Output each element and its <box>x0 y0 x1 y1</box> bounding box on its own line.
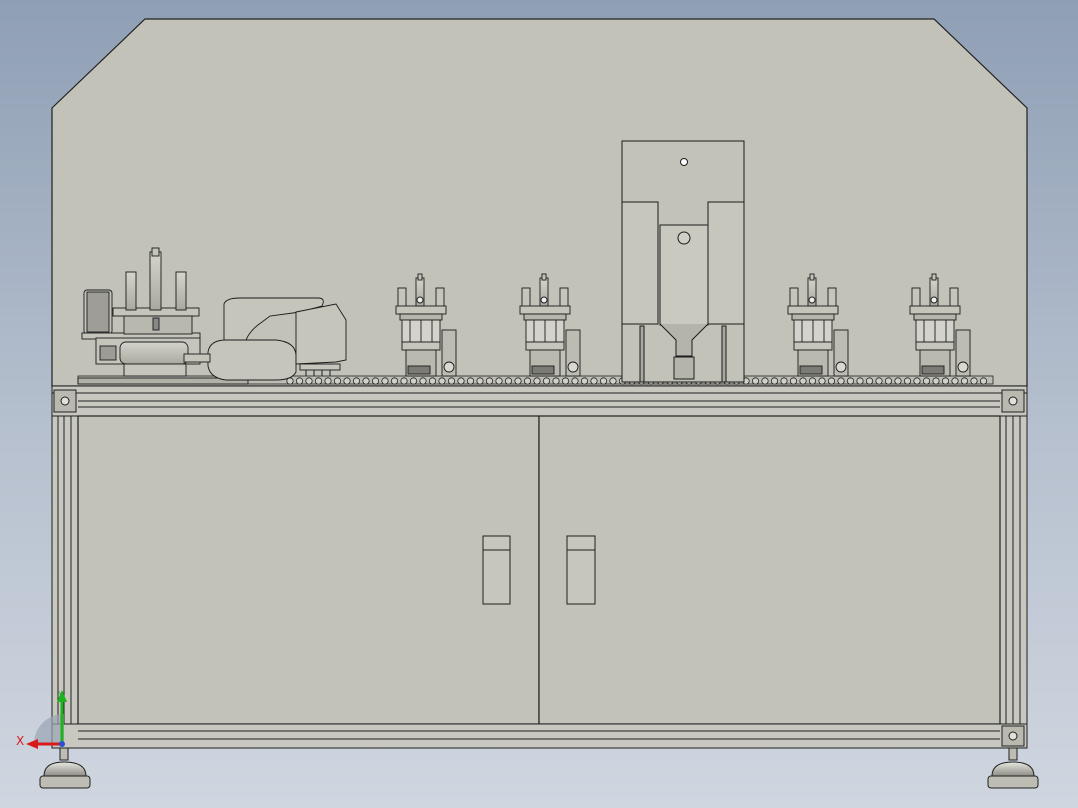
chain-link <box>894 377 902 385</box>
chain-link <box>609 377 617 385</box>
y-axis-label: Y <box>57 690 63 699</box>
chain-link <box>903 377 912 385</box>
chain-link <box>295 377 304 385</box>
chain-link <box>438 377 446 385</box>
coordinate-triad: X Y <box>16 690 67 749</box>
chain-link <box>457 377 465 385</box>
chain-link <box>960 377 969 385</box>
chain-link <box>789 377 798 385</box>
chain-link <box>305 377 313 385</box>
chain-link <box>495 377 503 385</box>
cad-viewport[interactable]: X Y <box>0 0 1078 808</box>
x-arrow-head <box>26 739 38 749</box>
chain-link <box>447 377 456 385</box>
chain-link <box>818 377 826 385</box>
press-station <box>621 140 745 383</box>
chain-link <box>808 377 817 385</box>
chain-link <box>381 377 389 385</box>
chain-link <box>837 377 845 385</box>
chain-link <box>343 377 351 385</box>
z-axis-dot <box>59 741 65 747</box>
table-top-beam <box>51 385 1028 417</box>
chain-link <box>552 377 560 385</box>
chain-link <box>913 377 921 385</box>
chain-link <box>352 377 361 385</box>
bottom-beam <box>51 723 1028 749</box>
chain-link <box>409 377 418 385</box>
chain-link <box>542 377 551 385</box>
chain-link <box>780 377 788 385</box>
chain-link <box>571 377 579 385</box>
chain-link <box>770 377 779 385</box>
chain-link <box>504 377 513 385</box>
chain-link <box>371 377 380 385</box>
chain-link <box>941 377 950 385</box>
chain-link <box>362 377 370 385</box>
chain-link <box>922 377 931 385</box>
chain-link <box>865 377 874 385</box>
chain-link <box>523 377 532 385</box>
chain-link <box>970 377 978 385</box>
chain-link <box>846 377 855 385</box>
chain-link <box>884 377 893 385</box>
left-door-handle <box>482 535 511 605</box>
chain-link <box>932 377 940 385</box>
chain-link <box>476 377 484 385</box>
chain-link <box>856 377 864 385</box>
chain-link <box>333 377 342 385</box>
chain-link <box>590 377 598 385</box>
cabinet-doors <box>77 415 1001 725</box>
left-door[interactable] <box>77 415 540 725</box>
chain-link <box>419 377 427 385</box>
chain-link <box>314 377 323 385</box>
leveling-foot-right <box>987 747 1039 789</box>
chain-link <box>799 377 807 385</box>
chain-link <box>466 377 475 385</box>
chain-link <box>875 377 883 385</box>
chain-link <box>561 377 570 385</box>
chain-link <box>979 377 988 385</box>
x-axis-label: X <box>16 734 24 748</box>
chain-link <box>485 377 494 385</box>
right-door-handle <box>566 535 596 605</box>
chain-link <box>533 377 541 385</box>
chain-link <box>390 377 399 385</box>
chain-link <box>951 377 959 385</box>
chain-link <box>599 377 608 385</box>
chain-link <box>514 377 522 385</box>
chain-link <box>580 377 589 385</box>
chain-link <box>751 377 760 385</box>
chain-link <box>400 377 408 385</box>
chain-link <box>324 377 332 385</box>
chain-link <box>761 377 769 385</box>
leveling-foot-left <box>39 747 91 789</box>
chain-link <box>827 377 836 385</box>
chain-link <box>428 377 437 385</box>
right-door[interactable] <box>538 415 1001 725</box>
